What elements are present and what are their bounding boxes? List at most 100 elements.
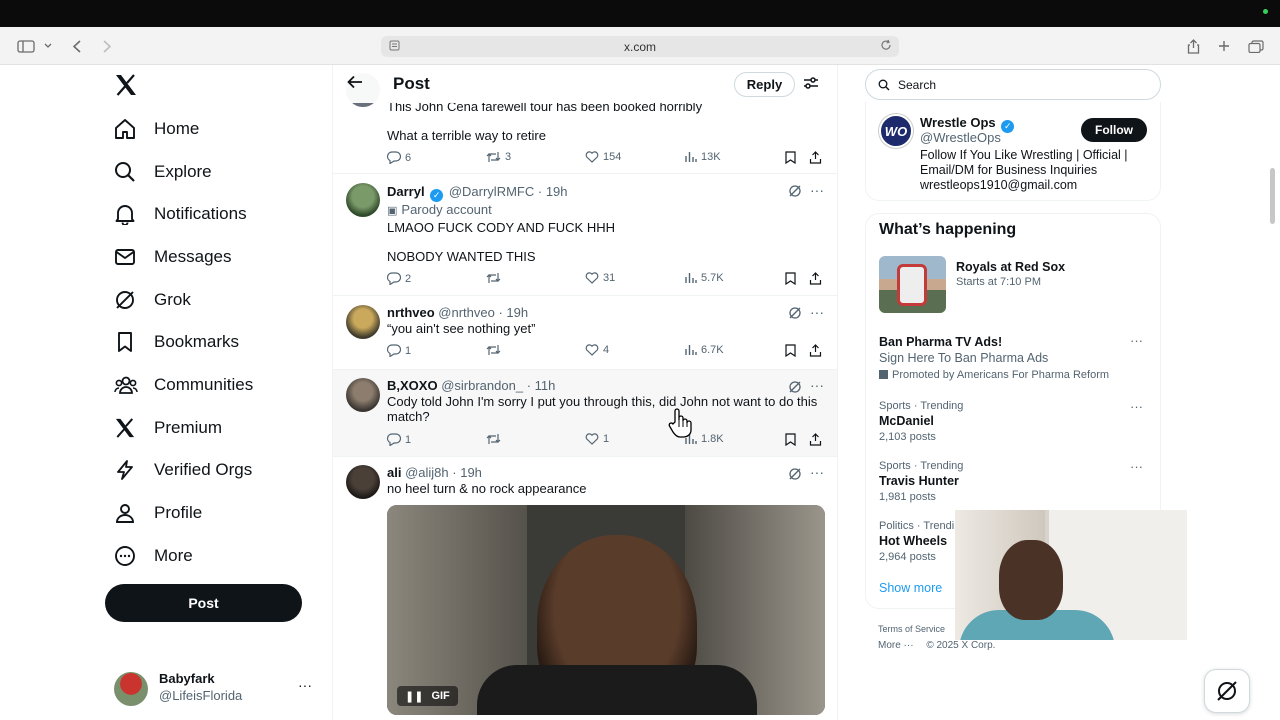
- retweet-action[interactable]: [486, 272, 501, 284]
- nav-premium[interactable]: Premium: [104, 408, 222, 448]
- more-icon[interactable]: ···: [810, 464, 824, 480]
- event-thumbnail[interactable]: [879, 256, 946, 313]
- author-name[interactable]: nrthveo: [387, 305, 435, 320]
- more-icon[interactable]: ···: [1130, 333, 1143, 348]
- views-action[interactable]: 6.7K: [684, 344, 724, 356]
- trend-title[interactable]: Travis Hunter: [879, 474, 959, 488]
- more-icon[interactable]: ···: [810, 182, 824, 198]
- bookmark-icon[interactable]: [785, 433, 796, 446]
- like-action[interactable]: 31: [585, 272, 615, 284]
- tweet-time[interactable]: · 19h: [498, 305, 528, 320]
- avatar[interactable]: [346, 465, 380, 499]
- sidebar-toggle-icon[interactable]: [16, 27, 36, 65]
- bookmark-icon[interactable]: [785, 151, 796, 164]
- avatar[interactable]: [346, 378, 380, 412]
- promo-sub[interactable]: Sign Here To Ban Pharma Ads: [879, 351, 1048, 365]
- tweet-time[interactable]: · 19h: [452, 465, 482, 480]
- nav-profile[interactable]: Profile: [104, 493, 202, 533]
- like-action[interactable]: 1: [585, 433, 609, 445]
- nav-explore[interactable]: Explore: [104, 152, 212, 192]
- page-settings-icon[interactable]: [389, 40, 400, 54]
- retweet-action[interactable]: 3: [486, 151, 511, 163]
- forward-icon[interactable]: [100, 27, 114, 65]
- x-logo-icon[interactable]: [114, 74, 140, 100]
- retweet-action[interactable]: [486, 344, 501, 356]
- grok-icon[interactable]: [788, 306, 802, 325]
- bookmark-icon[interactable]: [785, 344, 796, 357]
- reply-button[interactable]: Reply: [734, 72, 795, 97]
- address-bar[interactable]: x.com: [381, 36, 899, 57]
- trend-title[interactable]: Hot Wheels: [879, 534, 947, 548]
- share-icon[interactable]: [809, 151, 822, 164]
- footer-more-link[interactable]: More ···: [878, 640, 914, 651]
- gif-badge[interactable]: ❚❚ GIF: [397, 686, 458, 706]
- account-switcher[interactable]: Babyfark @LifeisFlorida ···: [114, 669, 324, 706]
- nav-bookmarks[interactable]: Bookmarks: [104, 322, 239, 362]
- show-more-link[interactable]: Show more: [879, 581, 942, 595]
- post-button[interactable]: Post: [105, 584, 302, 622]
- more-icon[interactable]: ···: [1130, 399, 1143, 414]
- tweet[interactable]: Darryl ✓ @DarrylRMFC · 19h ▣ Parody accou…: [333, 174, 837, 296]
- reply-action[interactable]: 1: [387, 433, 411, 446]
- avatar[interactable]: [346, 305, 380, 339]
- like-action[interactable]: 154: [585, 151, 621, 163]
- share-icon[interactable]: [809, 344, 822, 357]
- retweet-action[interactable]: [486, 433, 501, 445]
- grok-chat-button[interactable]: [1204, 669, 1250, 713]
- nav-messages[interactable]: Messages: [104, 237, 231, 277]
- avatar[interactable]: [346, 183, 380, 217]
- tweet-time[interactable]: · 11h: [527, 378, 556, 393]
- tab-overview-icon[interactable]: [1247, 27, 1265, 65]
- author-name[interactable]: ali: [387, 465, 401, 480]
- reply-action[interactable]: 2: [387, 272, 411, 285]
- back-icon[interactable]: [70, 27, 84, 65]
- more-icon[interactable]: ···: [810, 377, 824, 393]
- nav-verified-orgs[interactable]: Verified Orgs: [104, 450, 252, 490]
- reply-action[interactable]: 6: [387, 151, 411, 164]
- author-handle[interactable]: @DarrylRMFC: [449, 184, 534, 199]
- reload-icon[interactable]: [880, 39, 892, 54]
- terms-link[interactable]: Terms of Service: [878, 624, 945, 634]
- sliders-icon[interactable]: [803, 75, 819, 96]
- share-icon[interactable]: [1185, 27, 1201, 65]
- trend-title[interactable]: McDaniel: [879, 414, 934, 428]
- author-name[interactable]: Darryl: [387, 184, 425, 199]
- tweet[interactable]: B,XOXO @sirbrandon_ · 11h Cody told John…: [333, 370, 837, 457]
- reply-action[interactable]: 1: [387, 344, 411, 357]
- pause-icon[interactable]: ❚❚: [405, 690, 423, 703]
- search-input[interactable]: Search: [865, 69, 1161, 100]
- chevron-down-icon[interactable]: [42, 27, 54, 65]
- more-icon[interactable]: ···: [1130, 459, 1143, 474]
- tweet-time[interactable]: · 19h: [538, 184, 568, 199]
- views-action[interactable]: 5.7K: [684, 272, 724, 284]
- account-more-icon[interactable]: ···: [298, 677, 312, 693]
- bookmark-icon[interactable]: [785, 272, 796, 285]
- author-handle[interactable]: @alij8h: [405, 465, 449, 480]
- views-action[interactable]: 13K: [684, 151, 721, 163]
- author-handle[interactable]: @nrthveo: [438, 305, 495, 320]
- nav-more[interactable]: More: [104, 536, 193, 576]
- page-scrollbar[interactable]: [1270, 168, 1275, 224]
- gif-media[interactable]: ❚❚ GIF: [387, 505, 825, 715]
- grok-icon[interactable]: [788, 467, 802, 486]
- suggested-avatar[interactable]: WO: [879, 114, 913, 148]
- more-icon[interactable]: ···: [810, 304, 824, 320]
- grok-icon[interactable]: [788, 184, 802, 203]
- nav-grok[interactable]: Grok: [104, 280, 191, 320]
- event-title[interactable]: Royals at Red Sox: [956, 260, 1065, 274]
- share-icon[interactable]: [809, 433, 822, 446]
- share-icon[interactable]: [809, 272, 822, 285]
- back-arrow-icon[interactable]: [347, 75, 363, 94]
- grok-icon[interactable]: [788, 380, 802, 399]
- tweet[interactable]: nrthveo @nrthveo · 19h “you ain't see no…: [333, 296, 837, 370]
- promo-title[interactable]: Ban Pharma TV Ads!: [879, 335, 1002, 349]
- nav-home[interactable]: Home: [104, 109, 199, 149]
- nav-communities[interactable]: Communities: [104, 365, 253, 405]
- nav-notifications[interactable]: Notifications: [104, 194, 247, 234]
- suggested-handle[interactable]: @WrestleOps: [920, 130, 1001, 145]
- like-action[interactable]: 4: [585, 344, 609, 356]
- author-handle[interactable]: @sirbrandon_: [441, 378, 523, 393]
- author-name[interactable]: B,XOXO: [387, 378, 438, 393]
- new-tab-icon[interactable]: [1216, 27, 1232, 65]
- follow-button[interactable]: Follow: [1081, 118, 1147, 142]
